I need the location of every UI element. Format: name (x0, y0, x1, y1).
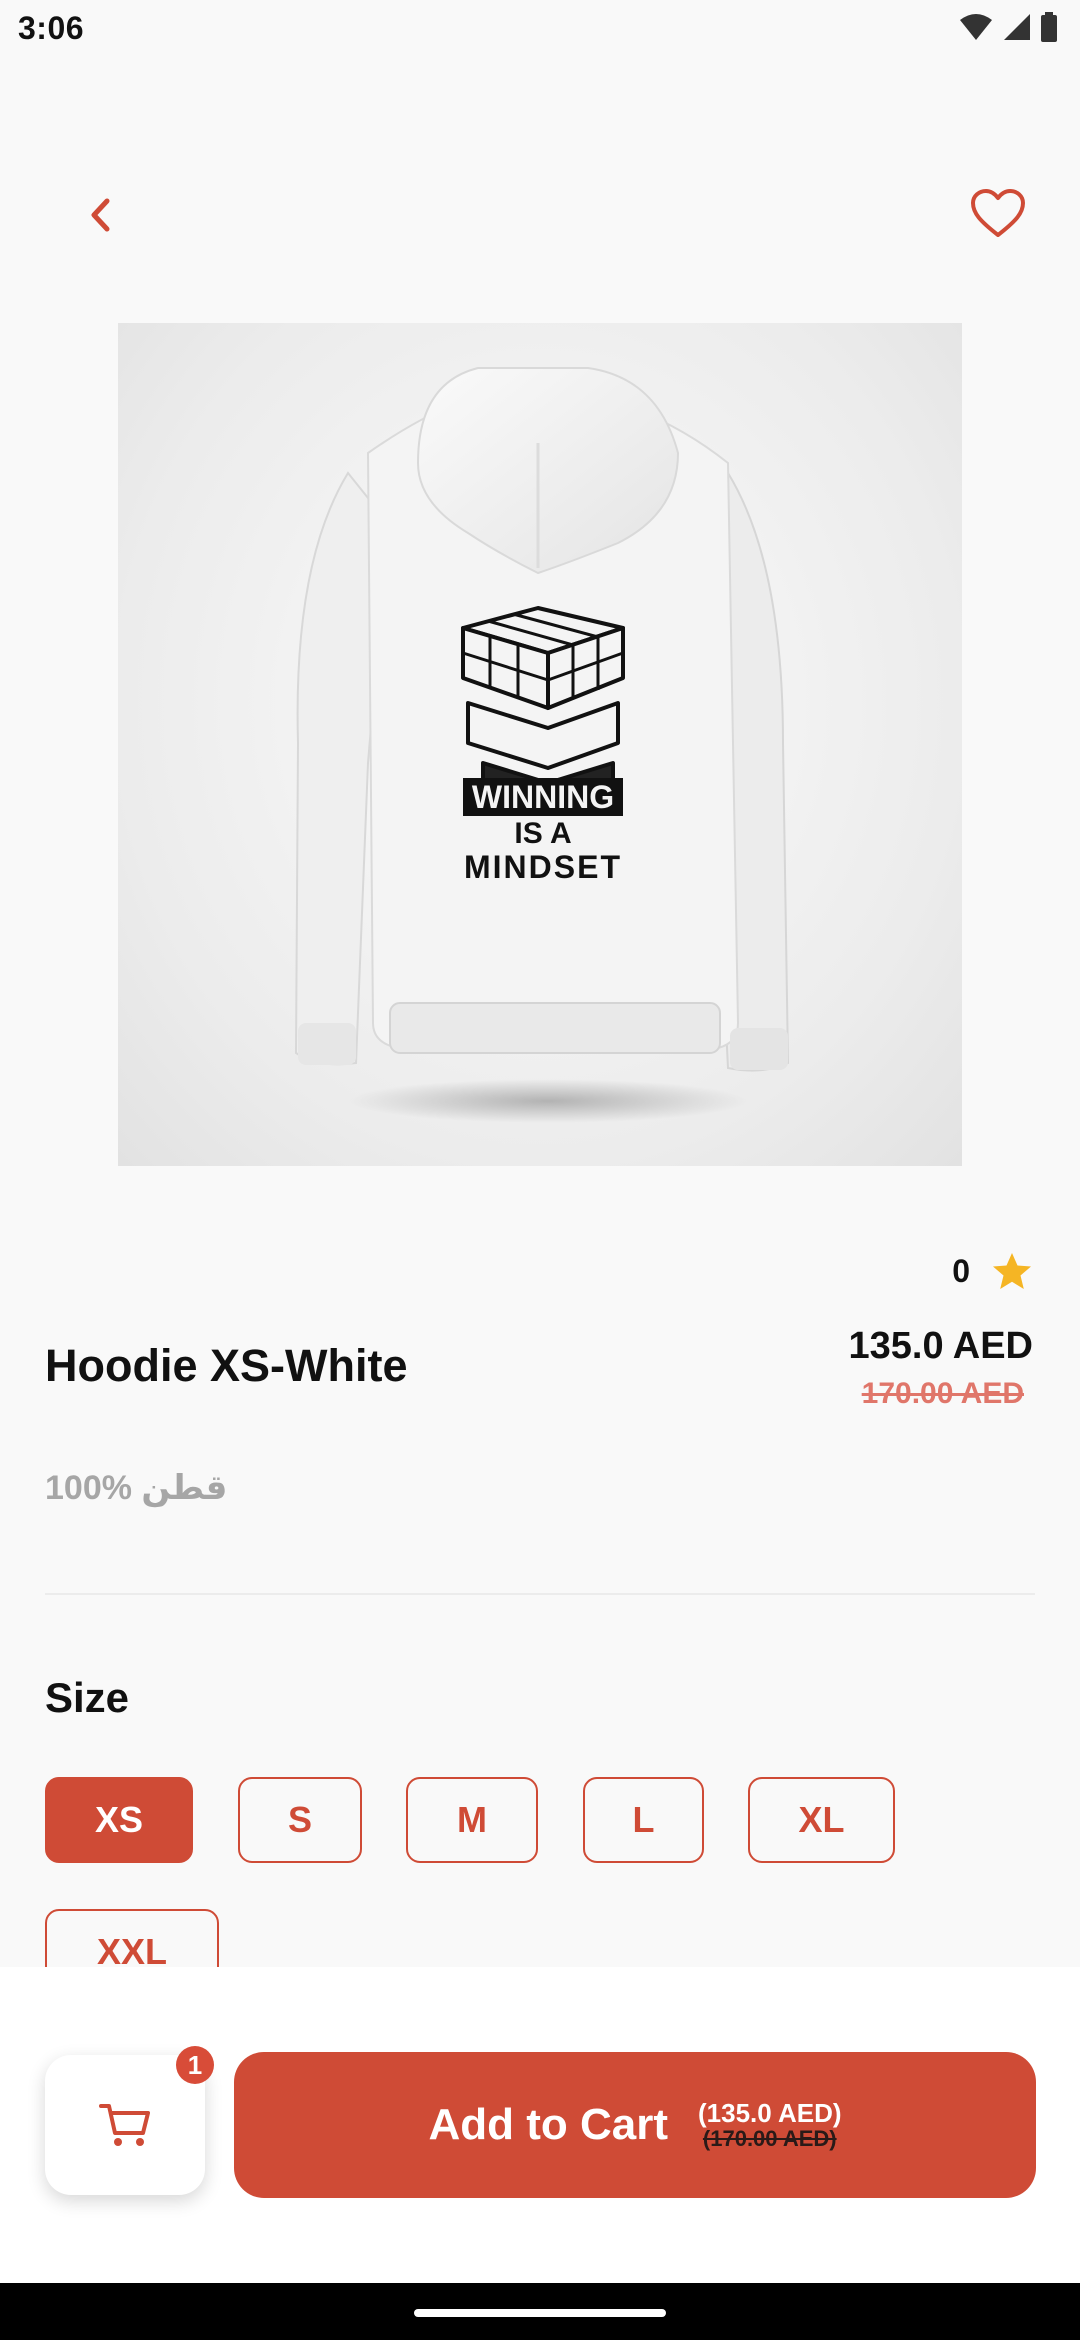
add-to-cart-old-price: (170.00 AED) (702, 2126, 837, 2152)
star-icon (993, 1253, 1031, 1289)
rating-value: 0 (952, 1252, 970, 1289)
status-bar: 3:06 (0, 0, 1080, 60)
status-time: 3:06 (18, 10, 85, 46)
hoodie-illustration: WINNING IS A MINDSET (294, 367, 790, 1123)
favorite-button[interactable] (966, 182, 1030, 246)
heart-icon (971, 189, 1025, 237)
home-indicator[interactable] (414, 2309, 666, 2317)
back-button[interactable] (70, 185, 130, 245)
size-option-xl[interactable]: XL (748, 1777, 895, 1863)
print-line-3: MINDSET (464, 849, 622, 885)
add-to-cart-prices: (135.0 AED) (170.00 AED) (698, 2099, 842, 2152)
signal-icon (1004, 14, 1030, 40)
product-title: Hoodie XS-White (45, 1340, 408, 1391)
add-to-cart-label: Add to Cart (428, 2100, 668, 2149)
size-heading: Size (45, 1674, 130, 1721)
product-rating: 0 (952, 1252, 1032, 1290)
cart-badge: 1 (176, 2046, 214, 2084)
divider (45, 1593, 1035, 1595)
add-to-cart-button[interactable]: Add to Cart (135.0 AED) (170.00 AED) (234, 2052, 1036, 2198)
size-option-s[interactable]: S (238, 1777, 362, 1863)
battery-icon (1041, 12, 1057, 42)
size-option-l[interactable]: L (583, 1777, 704, 1863)
print-line-1: WINNING (472, 779, 614, 815)
back-arrow-icon (91, 198, 110, 232)
status-icons (958, 12, 1058, 42)
cart-icon (99, 2104, 150, 2146)
size-option-m[interactable]: M (406, 1777, 538, 1863)
add-to-cart-price: (135.0 AED) (697, 2097, 842, 2128)
top-nav (0, 180, 1080, 250)
product-price: 135.0 AED (848, 1325, 1033, 1367)
wifi-icon (960, 14, 992, 40)
print-line-2: IS A (514, 817, 571, 850)
product-description: 100% قطن (45, 1469, 228, 1507)
size-option-xs[interactable]: XS (45, 1777, 193, 1863)
product-image: WINNING IS A MINDSET (118, 323, 962, 1166)
product-old-price: 170.00 AED (861, 1377, 1024, 1410)
